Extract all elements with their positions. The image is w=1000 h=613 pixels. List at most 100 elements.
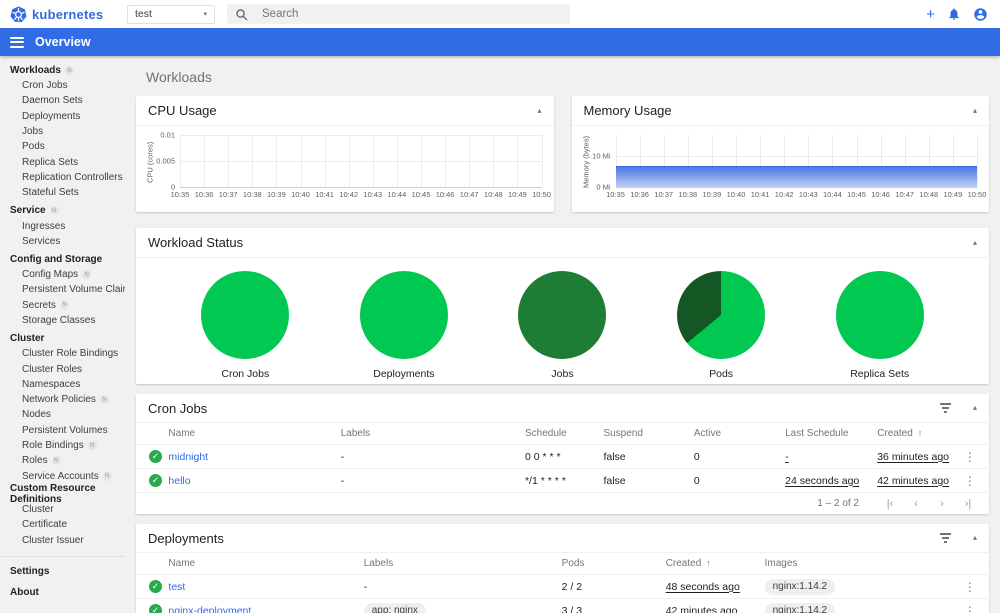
collapse-icon[interactable]: ▴ (537, 106, 541, 115)
cpu-y-axis-label: CPU (cores) (145, 141, 155, 183)
sidebar-item-service-accounts[interactable]: Service Accounts N (0, 469, 125, 484)
sidebar-item-persistent-volume-claims[interactable]: Persistent Volume ClaimsN (0, 282, 125, 297)
x-tick-label: 10:46 (435, 190, 455, 199)
pie-label: Replica Sets (850, 368, 910, 380)
sidebar-item-cluster-roles[interactable]: Cluster Roles (0, 361, 125, 376)
column-header-created[interactable]: Created ↑ (877, 422, 955, 445)
deployment-row-nginx-deployment: ✓ nginx-deployment app: nginx 3 / 3 42 minut… (136, 598, 989, 613)
sidebar-item-replica-sets[interactable]: Replica Sets (0, 154, 125, 169)
x-tick-label: 10:48 (483, 190, 503, 199)
actions-cell: ⋮ (954, 598, 989, 613)
schedule-cell: 0 0 * * * (524, 444, 604, 469)
labels-cell: app: nginx (363, 598, 562, 613)
column-header-suspend[interactable]: Suspend (603, 422, 694, 445)
collapse-icon[interactable]: ▴ (973, 534, 977, 542)
sidebar-item-jobs[interactable]: Jobs (0, 124, 125, 139)
collapse-icon[interactable]: ▴ (973, 106, 977, 115)
column-header-name[interactable]: Name (168, 552, 364, 575)
first-page-button[interactable]: |‹ (877, 498, 903, 510)
sidebar-item-storage-classes[interactable]: Storage Classes (0, 313, 125, 328)
resource-link-test[interactable]: test (168, 581, 185, 593)
resource-link-midnight[interactable]: midnight (168, 451, 208, 463)
labels-cell: - (340, 444, 525, 469)
sidebar-item-config-maps[interactable]: Config Maps N (0, 267, 125, 282)
column-header-last-schedule[interactable]: Last Schedule (785, 422, 878, 445)
row-menu-kebab-icon[interactable]: ⋮ (955, 604, 985, 613)
sidebar-item-namespaces[interactable]: Namespaces (0, 377, 125, 392)
sidebar-item-services[interactable]: Services (0, 234, 125, 249)
sidebar-item-about[interactable]: About (0, 582, 125, 603)
nav-section-config-and-storage: Config and Storage (0, 249, 125, 267)
next-page-button[interactable]: › (929, 498, 955, 510)
column-header-schedule[interactable]: Schedule (524, 422, 604, 445)
sidebar-item-cluster-issuer[interactable]: Cluster Issuer (0, 532, 125, 547)
filter-icon[interactable] (938, 401, 953, 415)
user-account-icon[interactable] (973, 7, 988, 22)
deployments-card: Deployments ▴ Name Labels Pods Created ↑ Imag… (136, 524, 989, 613)
row-menu-kebab-icon[interactable]: ⋮ (955, 474, 985, 488)
column-header-images[interactable]: Images (764, 552, 955, 575)
cron-jobs-title: Cron Jobs (148, 400, 208, 416)
sidebar-item-cluster-role-bindings[interactable]: Cluster Role Bindings (0, 346, 125, 361)
sidebar-item-certificate[interactable]: Certificate (0, 517, 125, 532)
nav-section-label: Config and Storage (10, 253, 103, 265)
last-page-button[interactable]: ›| (955, 498, 981, 510)
column-header-labels[interactable]: Labels (340, 422, 525, 445)
sidebar-item-deployments[interactable]: Deployments (0, 109, 125, 124)
x-tick-label: 10:37 (654, 190, 674, 199)
column-header-label: Pods (561, 558, 585, 569)
deployments-card-header: Deployments ▴ (136, 524, 989, 552)
chevron-down-icon: ▾ (203, 11, 207, 18)
row-menu-kebab-icon[interactable]: ⋮ (955, 580, 985, 594)
pie-label: Deployments (373, 368, 435, 380)
sidebar-item-role-bindings[interactable]: Role Bindings N (0, 438, 125, 453)
resource-link-hello[interactable]: hello (168, 475, 190, 487)
active-cell: 0 (693, 444, 786, 469)
sidebar-item-nodes[interactable]: Nodes (0, 407, 125, 422)
sidebar-item-pods[interactable]: Pods (0, 139, 125, 154)
sidebar-item-daemon-sets[interactable]: Daemon Sets (0, 93, 125, 108)
filter-icon[interactable] (938, 531, 953, 545)
x-tick-label: 10:46 (871, 190, 890, 199)
x-tick-label: 10:43 (798, 190, 818, 199)
column-header-name[interactable]: Name (168, 422, 341, 445)
nav-item-label: Role Bindings (22, 440, 84, 452)
x-tick-label: 10:50 (532, 190, 551, 199)
sidebar-item-persistent-volumes[interactable]: Persistent Volumes (0, 423, 125, 438)
namespace-select[interactable]: test ▾ (127, 4, 215, 24)
row-menu-kebab-icon[interactable]: ⋮ (955, 450, 985, 464)
sidebar-item-stateful-sets[interactable]: Stateful Sets (0, 185, 125, 200)
cron-jobs-card: Cron Jobs ▴ Name Labels Schedule Suspend Act… (136, 394, 989, 514)
menu-hamburger-icon[interactable] (10, 36, 24, 48)
sidebar-item-roles[interactable]: Roles N (0, 453, 125, 468)
column-header-pods[interactable]: Pods (561, 552, 666, 575)
sidebar-item-settings[interactable]: Settings (0, 561, 125, 582)
column-header-labels[interactable]: Labels (363, 552, 562, 575)
x-tick-label: 10:38 (242, 190, 262, 199)
sidebar-item-network-policies[interactable]: Network Policies N (0, 392, 125, 407)
nav-item-label: Cluster Roles (22, 363, 83, 375)
sidebar-item-secrets[interactable]: Secrets N (0, 298, 125, 313)
sidebar-item-ingresses[interactable]: Ingresses (0, 218, 125, 233)
cpu-plot-area: 0.01 0.005 0 (156, 131, 543, 192)
collapse-icon[interactable]: ▴ (973, 404, 977, 412)
x-tick-label: 10:50 (967, 190, 987, 199)
previous-page-button[interactable]: ‹ (903, 498, 929, 510)
notifications-bell-icon[interactable] (947, 7, 961, 21)
column-header-active[interactable]: Active (693, 422, 786, 445)
resource-link-nginx-deployment[interactable]: nginx-deployment (168, 605, 251, 613)
nav-item-label: Deployments (22, 110, 81, 122)
sidebar-item-replication-controllers[interactable]: Replication Controllers (0, 170, 125, 185)
search-input[interactable] (260, 7, 530, 21)
collapse-icon[interactable]: ▴ (973, 238, 977, 247)
x-tick-label: 10:36 (630, 190, 649, 199)
x-tick-label: 10:44 (823, 190, 842, 199)
name-cell: test (168, 574, 364, 599)
create-resource-button[interactable]: + (926, 7, 935, 22)
kubernetes-logo[interactable]: kubernetes (0, 5, 127, 23)
search-box[interactable] (227, 4, 570, 24)
x-tick-label: 10:40 (726, 190, 746, 199)
column-header-created[interactable]: Created ↑ (665, 552, 765, 575)
sidebar-item-cron-jobs[interactable]: Cron Jobs (0, 78, 125, 93)
memory-y-axis-label: Memory (bytes) (581, 135, 590, 189)
